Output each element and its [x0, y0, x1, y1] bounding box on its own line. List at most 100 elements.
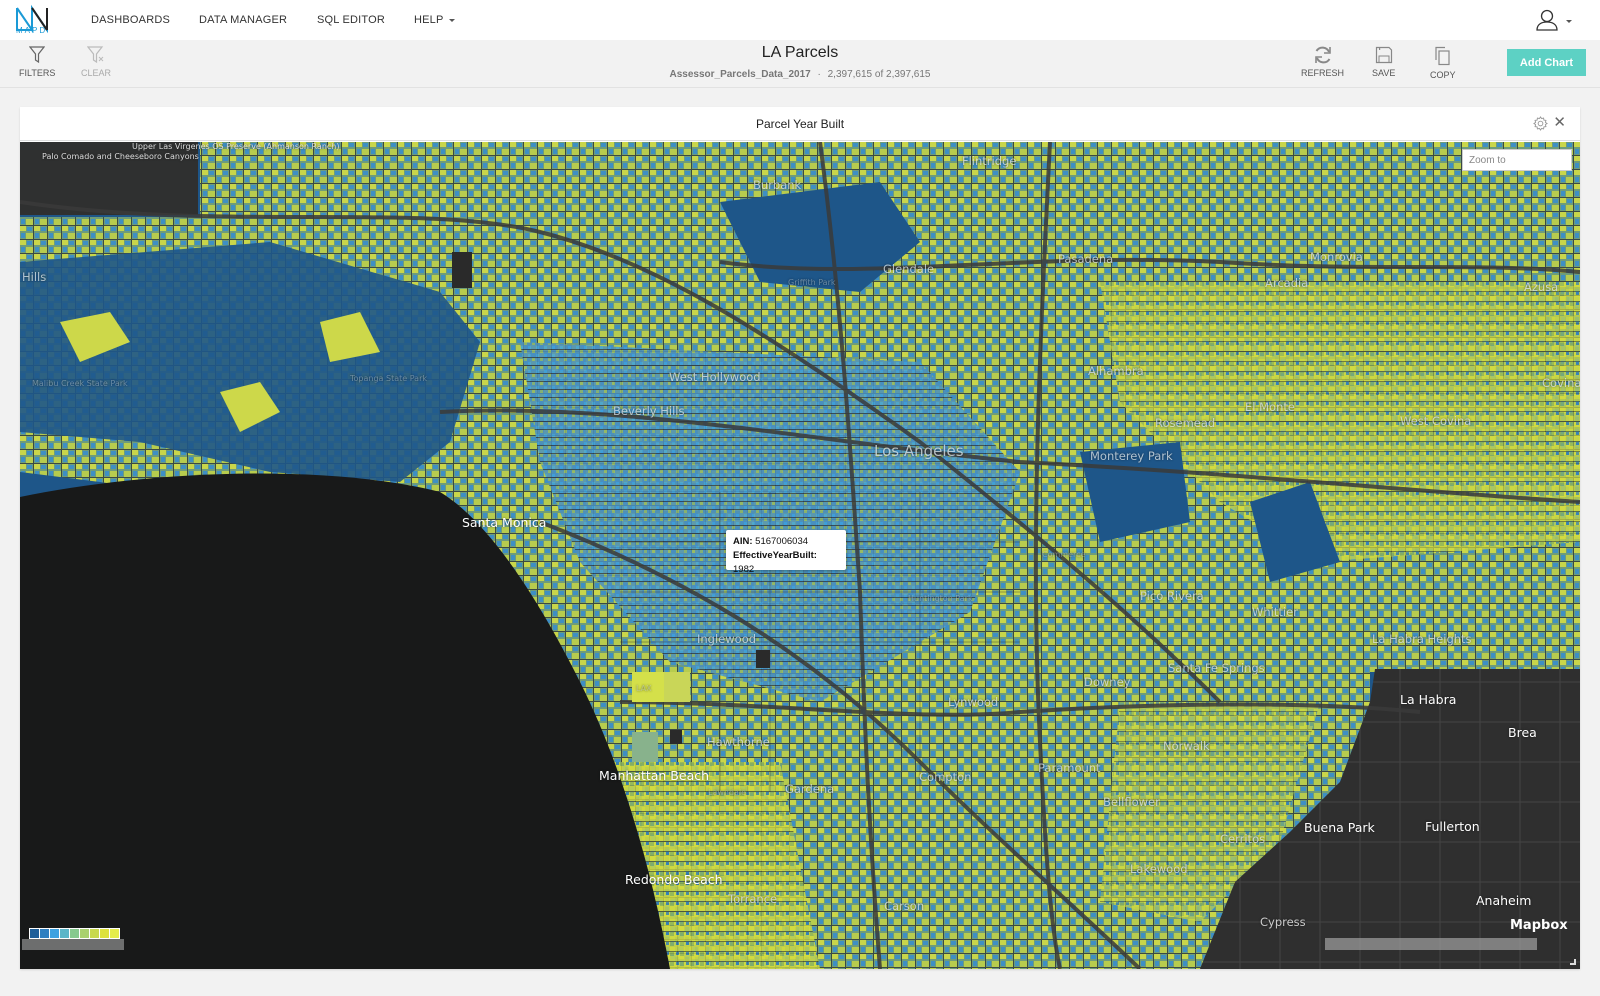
- map-label-arcadia: Arcadia: [1265, 276, 1309, 290]
- legend-swatch[interactable]: [40, 929, 49, 938]
- user-menu-caret-icon[interactable]: [1566, 20, 1572, 23]
- chevron-down-icon: [448, 18, 455, 22]
- map-label-fullerton: Fullerton: [1425, 819, 1480, 834]
- map-label-malibu-creek: Malibu Creek State Park: [32, 379, 128, 388]
- map-label-cerritos: Cerritos: [1220, 832, 1266, 846]
- map-label-redondo-beach: Redondo Beach: [625, 872, 723, 887]
- mapbox-attribution[interactable]: Mapbox: [1510, 918, 1568, 933]
- horizontal-scrollbar[interactable]: [1325, 938, 1537, 950]
- map-label-lakewood: Lakewood: [1130, 862, 1188, 876]
- dashboard-title: LA Parcels: [761, 44, 839, 61]
- separator: ·: [817, 69, 821, 80]
- tooltip-value-ain: 5167006034: [755, 536, 809, 547]
- map-label-rosemead: Rosemead: [1155, 416, 1216, 430]
- map-label-buena-park: Buena Park: [1304, 820, 1375, 835]
- map-label-alhambra: Alhambra: [1088, 364, 1144, 378]
- map-label-whittier: Whittier: [1252, 605, 1298, 619]
- legend-swatch[interactable]: [100, 929, 109, 938]
- map-label-santa-monica: Santa Monica: [462, 515, 547, 530]
- tooltip-key-ain: AIN:: [733, 536, 753, 547]
- legend-swatch[interactable]: [80, 929, 89, 938]
- top-nav: MAPD DASHBOARDS DATA MANAGER SQL EDITOR …: [0, 0, 1600, 40]
- legend-swatch[interactable]: [60, 929, 69, 938]
- chart-title: Parcel Year Built: [755, 117, 845, 131]
- map-label-lax: LAX: [636, 684, 652, 693]
- map-canvas[interactable]: Palo Comado and Cheeseboro Canyons Upper…: [20, 142, 1580, 969]
- close-icon[interactable]: ✕: [1553, 115, 1566, 130]
- map-label-lynwood: Lynwood: [948, 695, 999, 709]
- map-label-griffith-park: Griffith Park: [788, 278, 836, 287]
- map-label-monterey-park: Monterey Park: [1090, 449, 1173, 463]
- map-label-downey: Downey: [1084, 675, 1131, 689]
- copy-icon: [1435, 46, 1450, 66]
- map-label-topanga: Topanga State Park: [350, 374, 428, 383]
- map-label-pasadena: Pasadena: [1058, 252, 1114, 266]
- copy-button[interactable]: COPY: [1430, 46, 1456, 80]
- record-count: 2,397,615 of 2,397,615: [827, 69, 931, 80]
- data-source-name: Assessor_Parcels_Data_2017: [669, 69, 811, 80]
- map-label-la-habra-heights: La Habra Heights: [1372, 632, 1472, 646]
- map-label-huntington-park: Huntington Park: [908, 594, 973, 603]
- map-label-glendale: Glendale: [883, 262, 935, 276]
- map-label-carson: Carson: [884, 899, 925, 913]
- tooltip-row-ain: AIN: 5167006034: [733, 535, 839, 549]
- gear-icon[interactable]: [1533, 116, 1548, 131]
- map-label-norwalk: Norwalk: [1163, 739, 1210, 753]
- nav-sql-editor[interactable]: SQL EDITOR: [317, 14, 385, 26]
- map-label-hills: Hills: [22, 270, 47, 284]
- map-label-west-covina: West Covina: [1400, 414, 1472, 428]
- add-chart-button[interactable]: Add Chart: [1507, 49, 1586, 76]
- refresh-label: REFRESH: [1301, 68, 1345, 78]
- save-button[interactable]: SAVE: [1372, 46, 1395, 78]
- user-icon[interactable]: [1534, 9, 1560, 31]
- tooltip-key-year-built: EffectiveYearBuilt:: [733, 550, 817, 561]
- save-icon: [1375, 46, 1392, 64]
- resize-handle-icon[interactable]: [1570, 959, 1576, 965]
- map-label-beverly-hills: Beverly Hills: [613, 404, 685, 418]
- zoom-to-input[interactable]: [1462, 149, 1572, 171]
- map-label-paramount: Paramount: [1038, 761, 1101, 775]
- legend-swatch[interactable]: [110, 929, 119, 938]
- map-label-los-angeles: Los Angeles: [874, 442, 964, 460]
- map-label-manhattan-beach: Manhattan Beach: [599, 768, 710, 783]
- legend-swatch[interactable]: [50, 929, 59, 938]
- map-label-cypress: Cypress: [1260, 915, 1306, 929]
- map-label-lawndale: Lawndale: [708, 788, 747, 797]
- dashboard-subtitle: Assessor_Parcels_Data_2017 · 2,397,615 o…: [0, 69, 1600, 80]
- map-label-el-monte: El Monte: [1245, 400, 1295, 414]
- map-label-compton: Compton: [919, 770, 972, 784]
- map-label-torrance: Torrance: [728, 892, 778, 906]
- dashboard-toolbar: FILTERS CLEAR LA Parcels Assessor_Parcel…: [0, 40, 1600, 88]
- refresh-button[interactable]: REFRESH: [1301, 46, 1344, 78]
- map-label-palo-comado: Palo Comado and Cheeseboro Canyons: [42, 152, 199, 161]
- map-label-inglewood: Inglewood: [697, 632, 757, 646]
- chart-panel: Parcel Year Built ✕ Palo Comado and Chee…: [20, 107, 1580, 969]
- copy-label: COPY: [1430, 70, 1456, 80]
- map-label-la-habra: La Habra: [1400, 692, 1457, 707]
- map-label-flintridge: Flintridge: [962, 154, 1017, 168]
- legend-range-slider[interactable]: [22, 939, 124, 950]
- tooltip-row-year-built: EffectiveYearBuilt: 1982: [733, 549, 839, 577]
- map-label-gardena: Gardena: [785, 782, 835, 796]
- color-legend[interactable]: [29, 928, 120, 939]
- nav-data-manager[interactable]: DATA MANAGER: [199, 14, 287, 26]
- nav-help-label: HELP: [414, 14, 444, 26]
- chart-header: Parcel Year Built ✕: [20, 107, 1580, 141]
- legend-swatch[interactable]: [90, 929, 99, 938]
- refresh-icon: [1314, 46, 1331, 64]
- logo-text: MAPD: [16, 26, 48, 35]
- map-label-monrovia: Monrovia: [1310, 250, 1363, 264]
- map-label-brea: Brea: [1508, 725, 1537, 740]
- map-label-hawthorne: Hawthorne: [707, 735, 770, 749]
- legend-swatch[interactable]: [70, 929, 79, 938]
- map-label-upper-las-virgenes: Upper Las Virgenes OS Preserve (Ahmanson…: [132, 142, 339, 152]
- nav-help[interactable]: HELP: [414, 14, 455, 26]
- legend-swatch[interactable]: [30, 929, 39, 938]
- map-label-santa-fe-springs: Santa Fe Springs: [1168, 661, 1265, 675]
- nav-dashboards[interactable]: DASHBOARDS: [91, 14, 170, 26]
- tooltip-value-year-built: 1982: [733, 564, 755, 575]
- map-label-covina: Covina: [1542, 376, 1580, 390]
- map-label-azusa: Azusa: [1524, 280, 1559, 294]
- map-label-commerce: Commerce: [1042, 550, 1086, 559]
- map-label-anaheim: Anaheim: [1476, 893, 1532, 908]
